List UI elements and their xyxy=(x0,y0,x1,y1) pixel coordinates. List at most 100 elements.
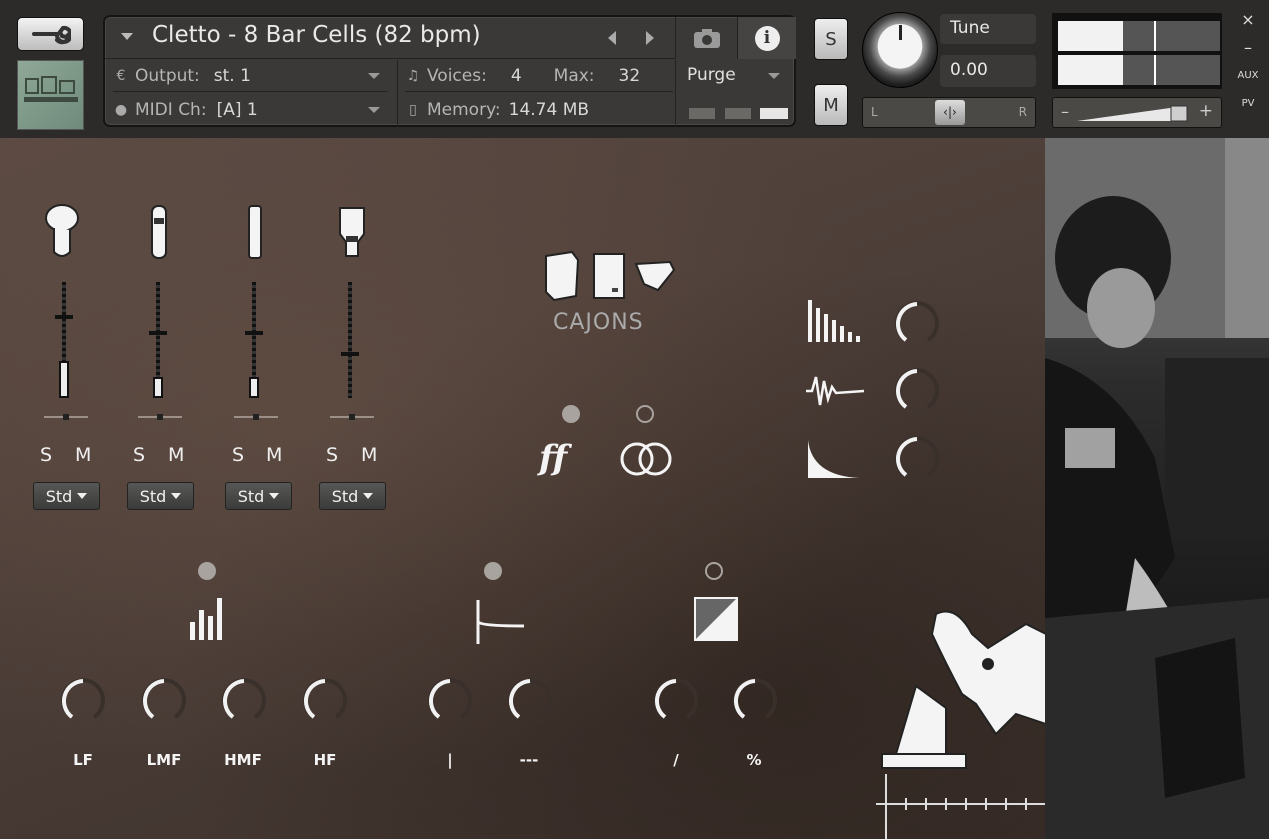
minimize-button[interactable]: – xyxy=(1236,36,1260,58)
mic-mute-button[interactable]: M xyxy=(361,444,377,466)
level-meter-right-fill xyxy=(1058,55,1123,85)
compressor-icon[interactable] xyxy=(693,596,739,642)
mic-mode-dropdown[interactable]: Std xyxy=(127,482,194,510)
mic-mode-value: Std xyxy=(139,486,167,506)
chevron-down-icon xyxy=(363,493,374,499)
reverb-enable-led[interactable] xyxy=(484,562,502,580)
mic-mode-dropdown[interactable]: Std xyxy=(319,482,386,510)
camera-icon xyxy=(693,29,720,48)
mic-solo-button[interactable]: S xyxy=(326,444,338,466)
voices-icon: ♫ xyxy=(406,67,420,84)
mic-fader-handle[interactable] xyxy=(55,314,73,319)
release-knob[interactable] xyxy=(892,434,942,484)
close-button[interactable]: × xyxy=(1236,8,1260,30)
previous-instrument-icon[interactable] xyxy=(608,31,616,45)
transient-knob[interactable] xyxy=(892,366,942,416)
mic-fader-handle[interactable] xyxy=(149,331,167,336)
midi-channel-selector[interactable]: ● MIDI Ch: [A] 1 xyxy=(113,94,388,126)
pan-slider[interactable]: L ‹|› R xyxy=(862,97,1036,128)
comp-mix-knob[interactable] xyxy=(730,676,780,726)
volume-slider[interactable]: – + xyxy=(1052,97,1222,128)
lf-knob[interactable] xyxy=(58,676,108,726)
mic-mode-value: Std xyxy=(237,486,265,506)
level-meter-left-fill xyxy=(1058,21,1123,51)
eq-icon[interactable] xyxy=(188,596,228,642)
mic-mute-button[interactable]: M xyxy=(266,444,282,466)
transient-icon[interactable] xyxy=(804,371,866,413)
ff-dynamics-icon[interactable]: ff xyxy=(539,438,567,478)
mic-mode-dropdown[interactable]: Std xyxy=(225,482,292,510)
mic-mute-button[interactable]: M xyxy=(75,444,91,466)
mic-mode-dropdown[interactable]: Std xyxy=(33,482,100,510)
output-value: st. 1 xyxy=(213,65,251,86)
snapshot-button[interactable] xyxy=(675,17,737,59)
eq-enable-led[interactable] xyxy=(198,562,216,580)
info-button[interactable]: i xyxy=(737,17,796,59)
roundrobin-led[interactable] xyxy=(636,405,654,423)
level-meter-marker xyxy=(1154,55,1156,85)
next-instrument-icon[interactable] xyxy=(646,31,654,45)
mic-level-meter xyxy=(153,377,163,398)
release-icon[interactable] xyxy=(806,438,862,482)
midi-icon: ● xyxy=(114,102,128,118)
output-selector[interactable]: € Output: st. 1 xyxy=(113,60,388,92)
purge-menu[interactable]: Purge xyxy=(687,65,736,85)
memory-value: 14.74 MB xyxy=(508,100,590,120)
reverb-size-knob[interactable] xyxy=(425,676,475,726)
mic-pan-handle[interactable] xyxy=(253,414,259,420)
comp-enable-led[interactable] xyxy=(705,562,723,580)
hmf-knob[interactable] xyxy=(219,676,269,726)
instrument-title-row: Cletto - 8 Bar Cells (82 bpm) xyxy=(105,17,675,59)
lmf-knob[interactable] xyxy=(139,676,189,726)
reverb-icon[interactable] xyxy=(470,598,526,646)
output-icon: € xyxy=(116,67,126,84)
tune-label: Tune xyxy=(940,14,1036,44)
mic-level-meter xyxy=(249,377,259,398)
comp-curve-knob[interactable] xyxy=(651,676,701,726)
mic-pan-handle[interactable] xyxy=(157,414,163,420)
dynamics-led[interactable] xyxy=(562,405,580,423)
hmf-label: HMF xyxy=(224,751,262,769)
logo-icon xyxy=(24,76,78,102)
mic-ribbon-icon[interactable] xyxy=(246,204,264,262)
mic-dynamic-icon[interactable] xyxy=(336,204,368,262)
mic-fader-4[interactable] xyxy=(348,282,352,398)
mic-solo-button[interactable]: S xyxy=(133,444,145,466)
mic-pencil-icon[interactable] xyxy=(148,204,170,262)
pan-handle[interactable]: ‹|› xyxy=(935,100,965,125)
mic-solo-button[interactable]: S xyxy=(40,444,52,466)
tune-value[interactable]: 0.00 xyxy=(940,55,1036,87)
mic-fader-handle[interactable] xyxy=(245,331,263,336)
cpu-meter-segment xyxy=(725,108,751,119)
artist-photo-image xyxy=(1045,138,1269,839)
memory-row: ▯ Memory: 14.74 MB xyxy=(405,94,673,126)
mic-fader-handle[interactable] xyxy=(341,352,359,356)
mic-level-meter xyxy=(59,361,69,398)
round-robin-icon[interactable] xyxy=(617,441,675,477)
wrench-icon xyxy=(31,25,71,45)
hf-knob[interactable] xyxy=(300,676,350,726)
wrench-button[interactable] xyxy=(17,17,84,51)
solo-button[interactable]: S xyxy=(814,18,848,60)
aux-button[interactable]: AUX xyxy=(1236,64,1260,86)
mute-button[interactable]: M xyxy=(814,84,848,126)
voices-value: 4 xyxy=(510,65,522,86)
instrument-title[interactable]: Cletto - 8 Bar Cells (82 bpm) xyxy=(152,22,481,48)
mic-mute-button[interactable]: M xyxy=(168,444,184,466)
chevron-down-icon xyxy=(368,107,380,113)
collapse-arrow-icon[interactable] xyxy=(121,33,133,40)
mic-condenser-icon[interactable] xyxy=(42,204,82,262)
max-voices-value[interactable]: 32 xyxy=(619,66,641,86)
chevron-down-icon[interactable] xyxy=(768,73,780,79)
mic-mode-value: Std xyxy=(331,486,359,506)
mic-solo-button[interactable]: S xyxy=(232,444,244,466)
mic-pan-handle[interactable] xyxy=(63,414,69,420)
mic-pan-handle[interactable] xyxy=(349,414,355,420)
pv-button[interactable]: PV xyxy=(1236,92,1260,114)
instrument-thumbnail[interactable] xyxy=(17,60,84,130)
reverb-amount-knob[interactable] xyxy=(505,676,555,726)
velocity-knob[interactable] xyxy=(892,299,942,349)
velocity-curve-icon[interactable] xyxy=(806,298,862,344)
tune-knob[interactable] xyxy=(862,12,938,88)
comp-curve-label: / xyxy=(673,751,679,769)
